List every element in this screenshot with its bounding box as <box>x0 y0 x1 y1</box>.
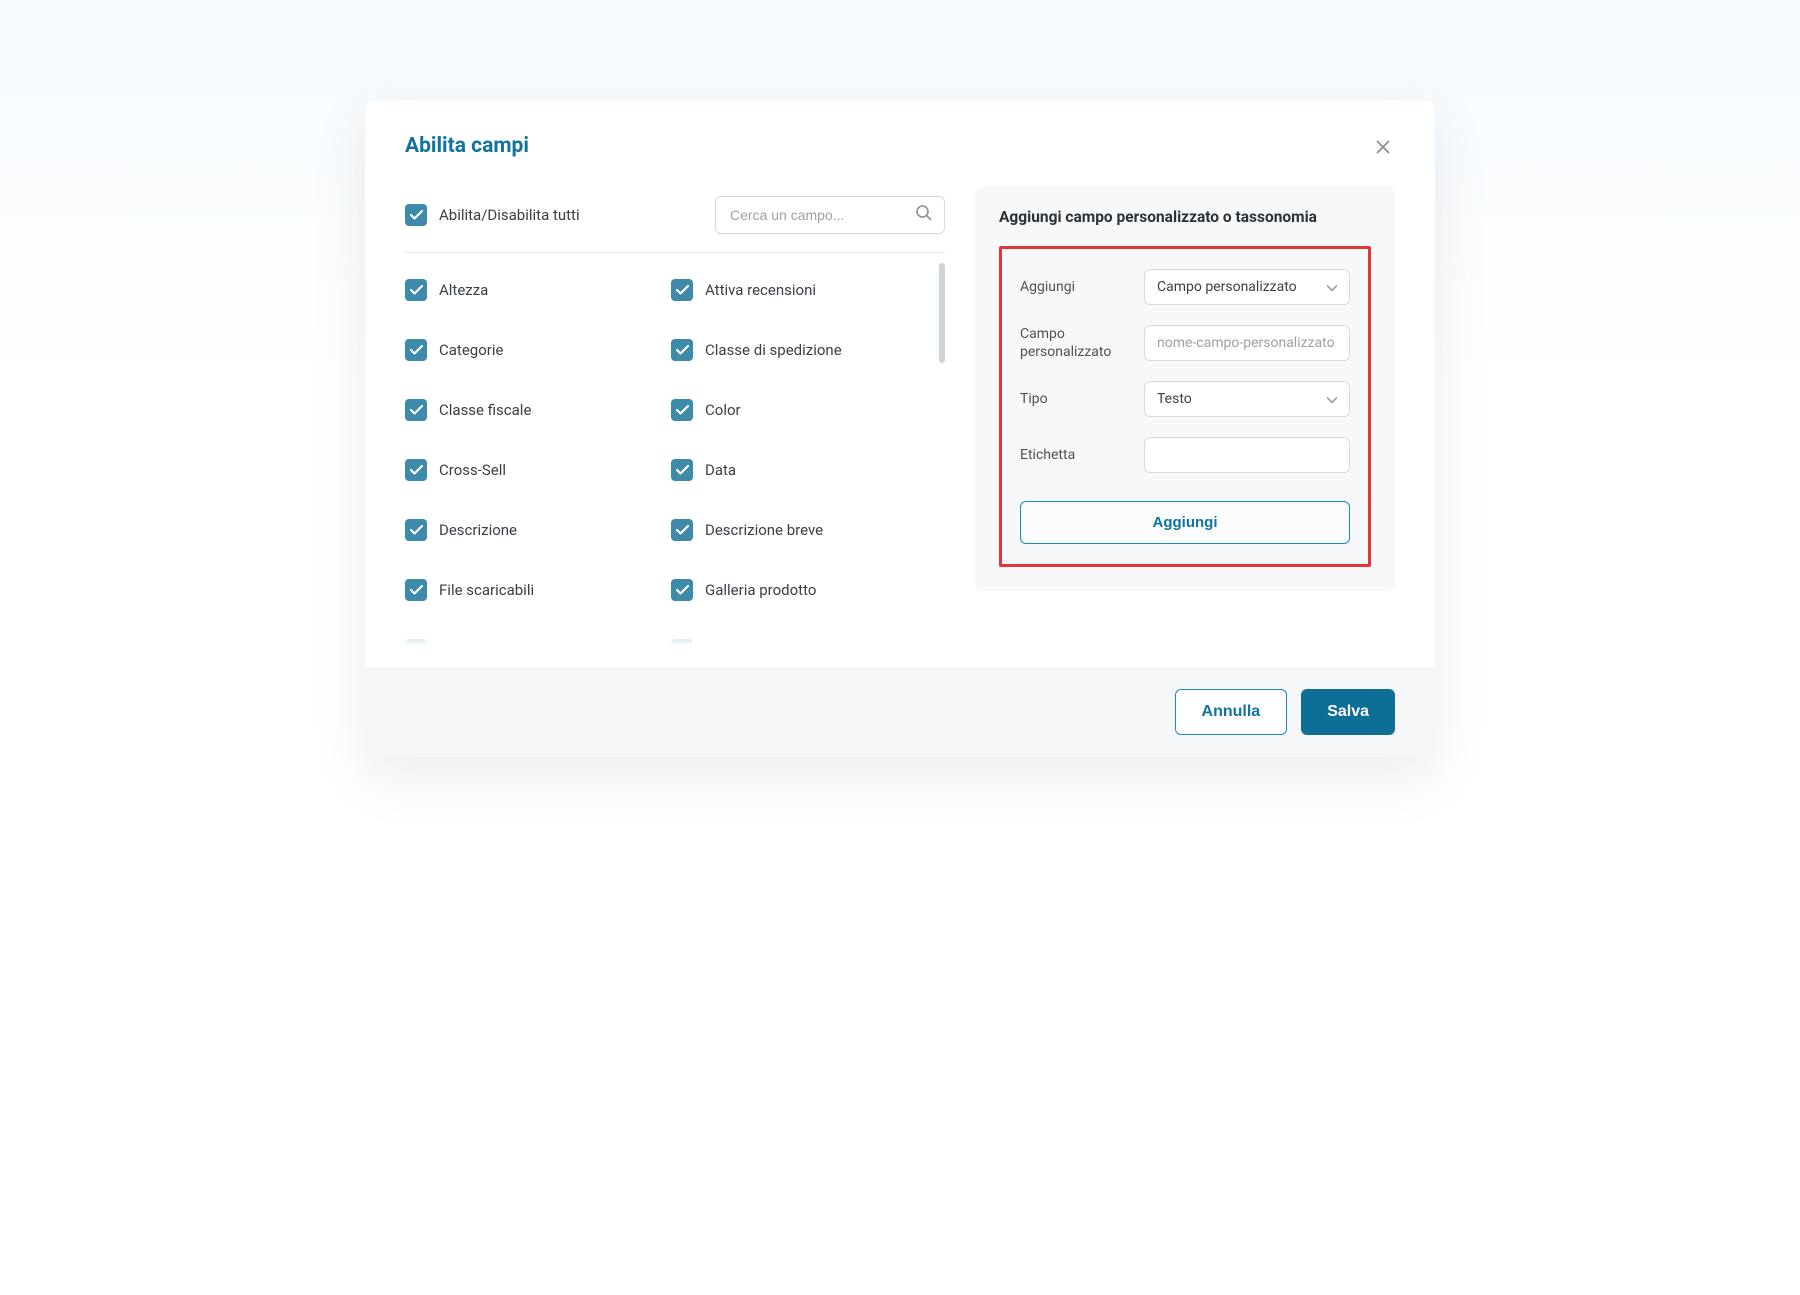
checkmark-icon <box>671 459 693 481</box>
fields-scroll-area: Altezza Attiva recensioni Categorie Classe … <box>405 253 945 653</box>
toggle-all-checkbox-group[interactable]: Abilita/Disabilita tutti <box>405 204 580 226</box>
fields-grid: Altezza Attiva recensioni Categorie Classe … <box>405 253 927 653</box>
checkmark-icon <box>671 639 693 653</box>
cancel-button[interactable]: Annulla <box>1175 689 1288 735</box>
search-icon <box>915 204 933 226</box>
toggle-all-row: Abilita/Disabilita tutti <box>405 182 945 253</box>
search-input[interactable] <box>715 196 945 234</box>
add-type-label: Aggiungi <box>1020 278 1130 296</box>
field-checkbox-item[interactable]: Gestione del magazzino <box>405 639 661 653</box>
field-checkbox-item[interactable]: Color <box>671 399 927 421</box>
checkmark-icon <box>671 399 693 421</box>
search-field <box>715 196 945 234</box>
field-checkbox-item[interactable]: Galleria prodotto <box>671 579 927 601</box>
field-label: Altezza <box>439 281 488 299</box>
field-checkbox-item[interactable]: Immagine <box>671 639 927 653</box>
field-checkbox-item[interactable]: Cross-Sell <box>405 459 661 481</box>
checkmark-icon <box>405 339 427 361</box>
field-checkbox-item[interactable]: Data <box>671 459 927 481</box>
checkmark-icon <box>671 339 693 361</box>
label-row: Etichetta <box>1020 437 1350 473</box>
modal-body: Abilita/Disabilita tutti Altezza Attiva r… <box>365 172 1435 653</box>
checkmark-icon <box>405 399 427 421</box>
checkmark-icon <box>405 579 427 601</box>
add-type-row: Aggiungi Campo personalizzato <box>1020 269 1350 305</box>
add-type-select[interactable]: Campo personalizzato <box>1144 269 1350 305</box>
field-checkbox-item[interactable]: Attiva recensioni <box>671 279 927 301</box>
save-button[interactable]: Salva <box>1301 689 1395 735</box>
field-type-select[interactable]: Testo <box>1144 381 1350 417</box>
custom-field-name-input[interactable] <box>1144 325 1350 361</box>
modal-title: Abilita campi <box>405 134 529 158</box>
enable-fields-modal: Abilita campi Abilita/Disabilita tutti <box>365 100 1435 757</box>
field-checkbox-item[interactable]: Descrizione <box>405 519 661 541</box>
checkmark-icon <box>671 519 693 541</box>
checkmark-icon <box>671 579 693 601</box>
fields-column: Abilita/Disabilita tutti Altezza Attiva r… <box>405 182 945 653</box>
field-checkbox-item[interactable]: Descrizione breve <box>671 519 927 541</box>
checkmark-icon <box>405 639 427 653</box>
field-label: Classe di spedizione <box>705 341 842 359</box>
checkmark-icon <box>405 204 427 226</box>
field-label: File scaricabili <box>439 581 534 599</box>
checkmark-icon <box>671 279 693 301</box>
modal-footer: Annulla Salva <box>365 667 1435 757</box>
label-input[interactable] <box>1144 437 1350 473</box>
checkmark-icon <box>405 279 427 301</box>
field-label: Descrizione <box>439 521 517 539</box>
field-checkbox-item[interactable]: Altezza <box>405 279 661 301</box>
field-label: Color <box>705 401 741 419</box>
field-label: Descrizione breve <box>705 521 823 539</box>
field-checkbox-item[interactable]: Classe fiscale <box>405 399 661 421</box>
modal-header: Abilita campi <box>365 100 1435 172</box>
custom-field-form: Aggiungi Campo personalizzato Campo pers… <box>999 246 1371 567</box>
field-label: Gestione del magazzino <box>439 641 599 653</box>
toggle-all-label: Abilita/Disabilita tutti <box>439 206 580 224</box>
custom-field-name-row: Campo personalizzato <box>1020 325 1350 361</box>
field-label: Galleria prodotto <box>705 581 816 599</box>
field-label: Classe fiscale <box>439 401 531 419</box>
field-type-label: Tipo <box>1020 390 1130 408</box>
scrollbar[interactable] <box>939 263 945 363</box>
custom-field-panel: Aggiungi campo personalizzato o tassonom… <box>975 186 1395 591</box>
custom-field-name-label: Campo personalizzato <box>1020 325 1130 361</box>
field-label: Cross-Sell <box>439 461 506 479</box>
add-button[interactable]: Aggiungi <box>1020 501 1350 544</box>
field-label: Immagine <box>705 641 772 653</box>
field-label: Data <box>705 461 736 479</box>
field-checkbox-item[interactable]: File scaricabili <box>405 579 661 601</box>
checkmark-icon <box>405 519 427 541</box>
field-type-row: Tipo Testo <box>1020 381 1350 417</box>
field-checkbox-item[interactable]: Classe di spedizione <box>671 339 927 361</box>
custom-panel-title: Aggiungi campo personalizzato o tassonom… <box>999 208 1371 226</box>
field-checkbox-item[interactable]: Categorie <box>405 339 661 361</box>
close-icon[interactable] <box>1371 134 1395 162</box>
label-field-label: Etichetta <box>1020 446 1130 464</box>
field-label: Attiva recensioni <box>705 281 816 299</box>
field-label: Categorie <box>439 341 503 359</box>
checkmark-icon <box>405 459 427 481</box>
